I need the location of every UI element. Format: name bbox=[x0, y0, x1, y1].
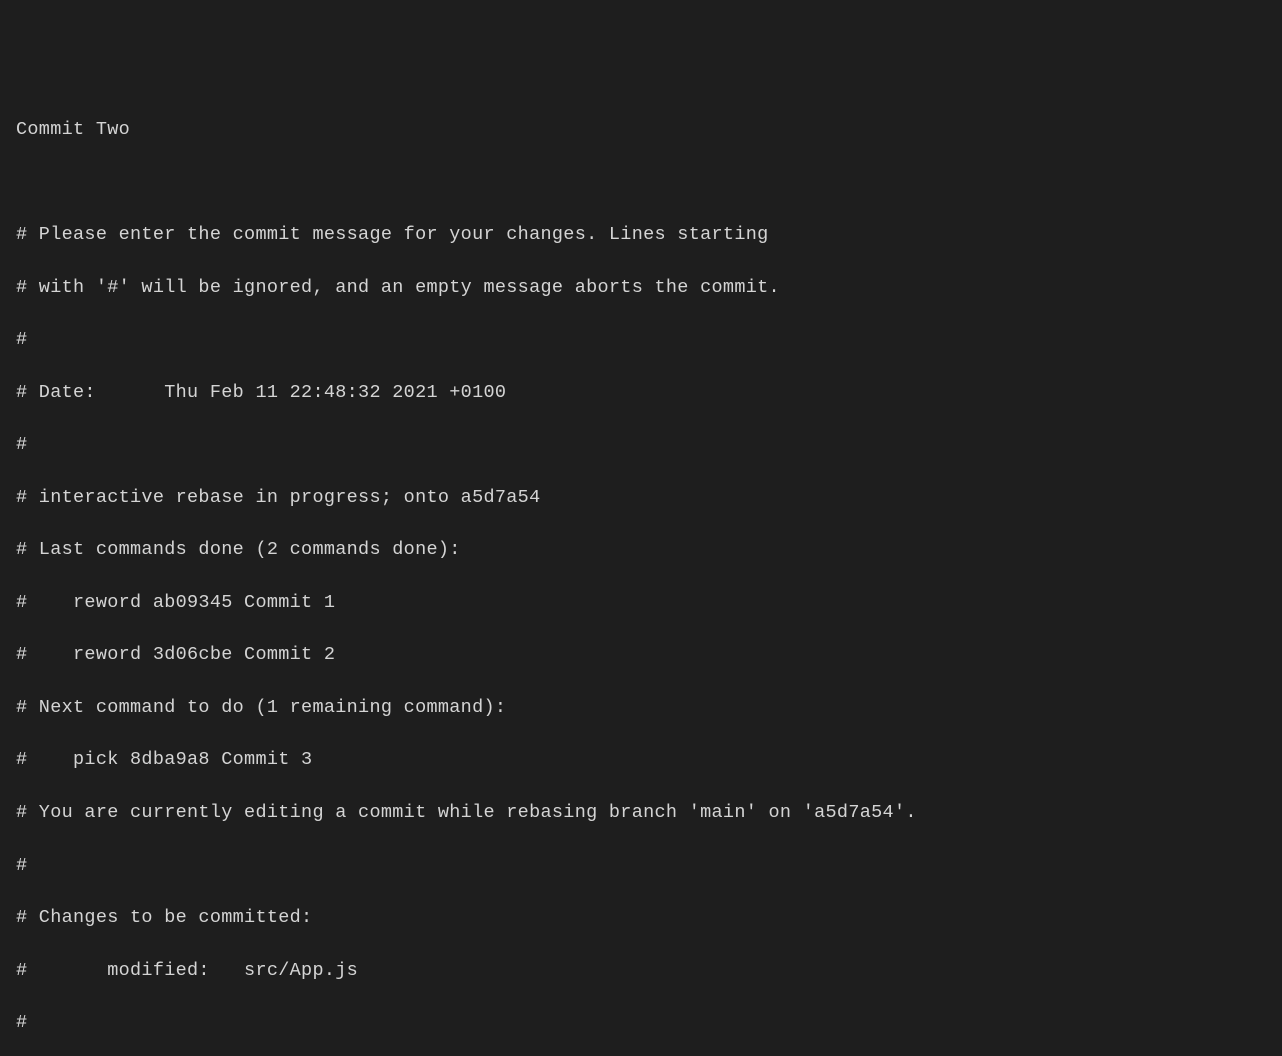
comment-line[interactable]: # Date: Thu Feb 11 22:48:32 2021 +0100 bbox=[16, 380, 1266, 406]
comment-line[interactable]: # bbox=[16, 327, 1266, 353]
blank-line[interactable] bbox=[16, 170, 1266, 196]
comment-line[interactable]: # interactive rebase in progress; onto a… bbox=[16, 485, 1266, 511]
comment-line[interactable]: # Last commands done (2 commands done): bbox=[16, 537, 1266, 563]
comment-line[interactable]: # reword 3d06cbe Commit 2 bbox=[16, 642, 1266, 668]
comment-line[interactable]: # You are currently editing a commit whi… bbox=[16, 800, 1266, 826]
comment-line[interactable]: # Please enter the commit message for yo… bbox=[16, 222, 1266, 248]
comment-line[interactable]: # reword ab09345 Commit 1 bbox=[16, 590, 1266, 616]
comment-line[interactable]: # bbox=[16, 1010, 1266, 1036]
comment-line[interactable]: # bbox=[16, 432, 1266, 458]
comment-line[interactable]: # Next command to do (1 remaining comman… bbox=[16, 695, 1266, 721]
comment-line[interactable]: # pick 8dba9a8 Commit 3 bbox=[16, 747, 1266, 773]
comment-line[interactable]: # modified: src/App.js bbox=[16, 958, 1266, 984]
comment-line[interactable]: # bbox=[16, 853, 1266, 879]
comment-line[interactable]: # with '#' will be ignored, and an empty… bbox=[16, 275, 1266, 301]
comment-line[interactable]: # Changes to be committed: bbox=[16, 905, 1266, 931]
commit-message-line[interactable]: Commit Two bbox=[16, 117, 1266, 143]
